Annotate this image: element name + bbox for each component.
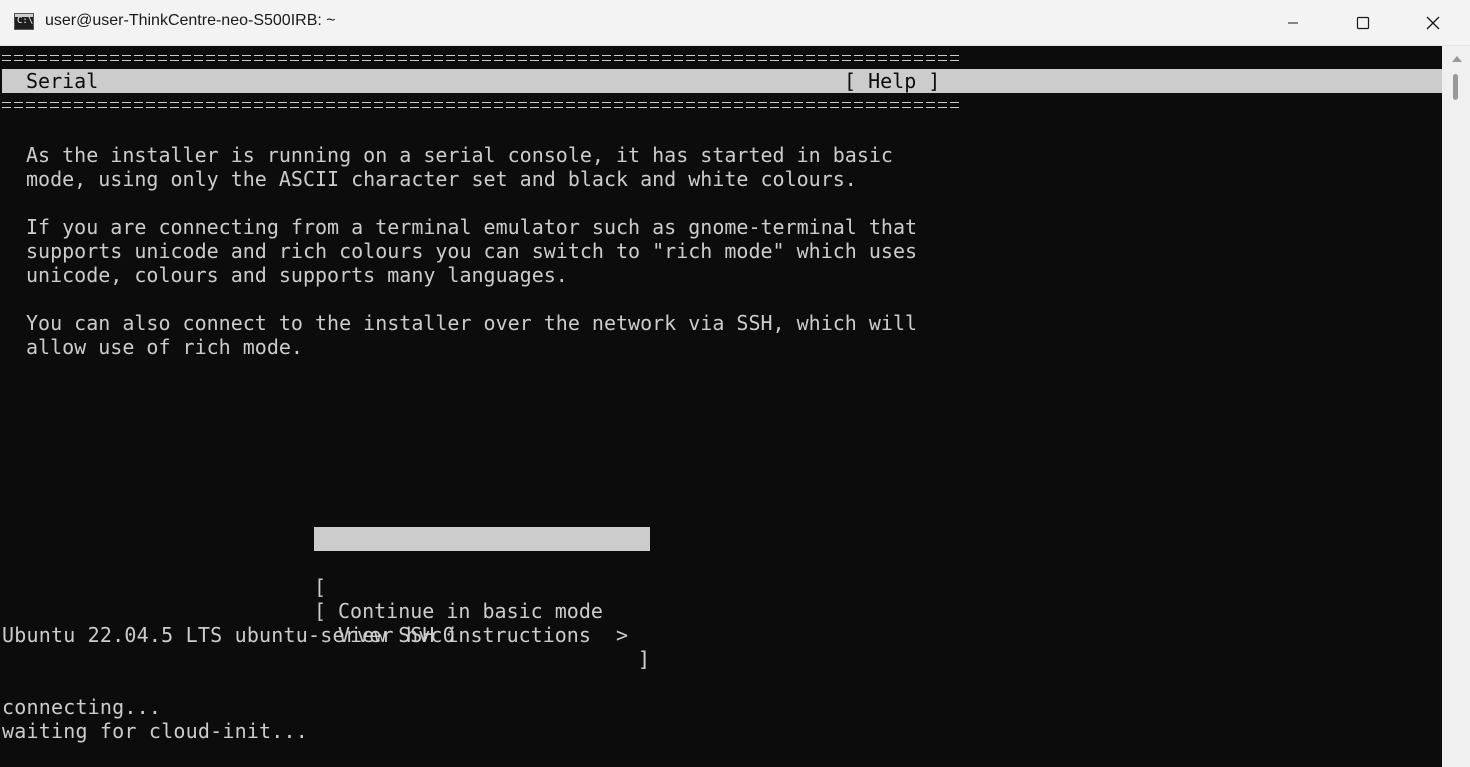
maximize-button[interactable] xyxy=(1328,0,1398,45)
status-line-connecting: connecting... xyxy=(2,695,162,719)
scrollbar-track[interactable] xyxy=(1442,46,1470,767)
intro-paragraph-1: As the installer is running on a serial … xyxy=(26,143,893,191)
status-line-cloud-init: waiting for cloud-init... xyxy=(2,719,309,743)
chevron-right-icon: > xyxy=(616,599,629,623)
minimize-icon xyxy=(1288,22,1298,23)
intro-paragraph-2: If you are connecting from a terminal em… xyxy=(26,215,918,287)
title-bar[interactable]: C:\ user@user-ThinkCentre-neo-S500IRB: ~ xyxy=(0,0,1470,46)
terminal-window: C:\ user@user-ThinkCentre-neo-S500IRB: ~… xyxy=(0,0,1470,767)
os-banner: Ubuntu 22.04.5 LTS ubuntu-server hvc0 xyxy=(2,623,455,647)
help-button[interactable]: [ Help ] xyxy=(844,69,940,93)
terminal-app-icon: C:\ xyxy=(14,13,34,30)
chevron-right-icon: > xyxy=(616,623,629,647)
intro-paragraph-3: You can also connect to the installer ov… xyxy=(26,311,918,359)
minimize-button[interactable] xyxy=(1258,0,1328,45)
screen-title: Serial xyxy=(26,69,99,93)
window-title: user@user-ThinkCentre-neo-S500IRB: ~ xyxy=(45,12,336,29)
terminal-content[interactable]: Serial [ Help ] As the installer is runn… xyxy=(0,46,1442,767)
vertical-scrollbar[interactable] xyxy=(1442,46,1470,767)
close-icon xyxy=(1426,16,1440,29)
view-ssh-instructions-button[interactable]: [ View SSH instructions ] xyxy=(314,575,650,671)
installer-header: Serial [ Help ] xyxy=(2,69,1442,93)
scroll-up-arrow-icon[interactable] xyxy=(1452,56,1462,62)
continue-rich-mode-button[interactable]: [ Continue in rich mode > ] xyxy=(314,527,650,647)
close-button[interactable] xyxy=(1398,0,1468,45)
scrollbar-thumb[interactable] xyxy=(1453,74,1458,100)
continue-basic-mode-button[interactable]: [ Continue in basic mode > ] xyxy=(314,551,650,671)
maximize-icon xyxy=(1356,16,1370,29)
header-top-rule xyxy=(2,52,962,64)
header-bottom-rule xyxy=(2,99,962,111)
